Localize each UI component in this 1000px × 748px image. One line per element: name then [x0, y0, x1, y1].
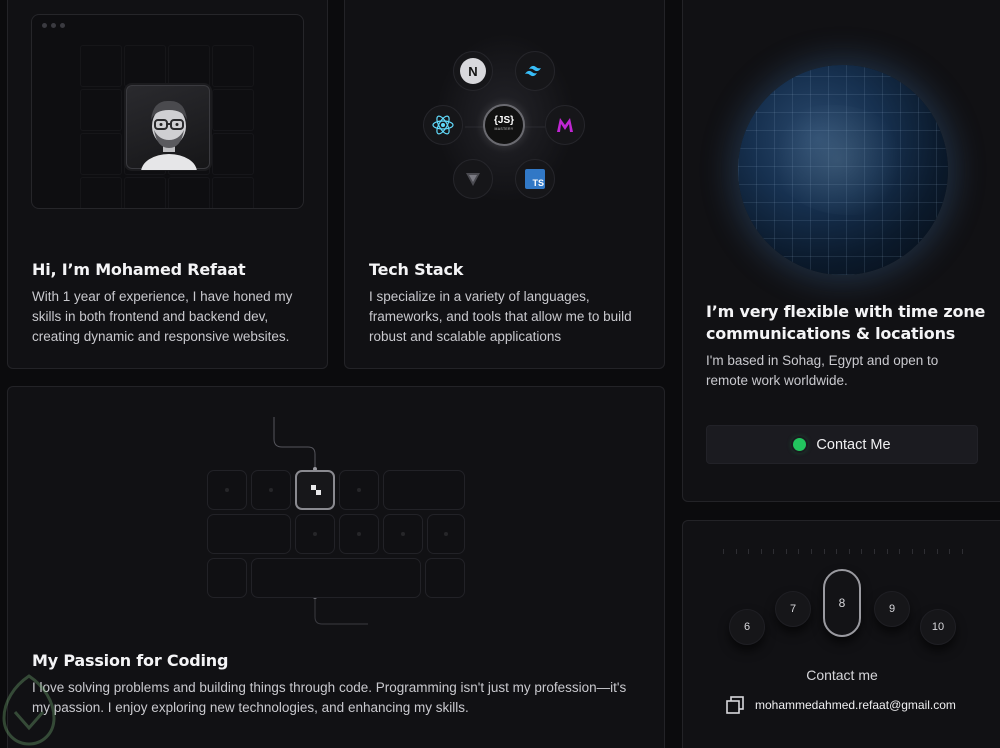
about-description: With 1 year of experience, I have honed …: [32, 289, 293, 344]
vite-icon: [453, 159, 493, 199]
email-text: mohammedahmed.refaat@gmail.com: [755, 698, 956, 712]
dial-ticks: [723, 549, 963, 559]
keyboard-key: [207, 470, 247, 510]
passion-title: My Passion for Coding: [32, 651, 229, 670]
window-dots: [42, 23, 65, 28]
framer-motion-icon: [545, 105, 585, 145]
react-icon: [423, 105, 463, 145]
contact-card: 6 7 8 9 10 Contact me mohammedahmed.refa…: [682, 520, 1000, 748]
about-title: Hi, I’m Mohamed Refaat: [32, 260, 246, 279]
passion-description: I love solving problems and building thi…: [32, 680, 627, 715]
dial-number: 6: [729, 609, 765, 645]
keyboard-key: [425, 558, 465, 598]
contact-title: Contact me: [806, 667, 878, 683]
keyboard-key-active: [295, 470, 335, 510]
tailwind-icon: [515, 51, 555, 91]
avatar-window: [31, 14, 304, 209]
watermark-logo-icon: [2, 674, 56, 746]
keyboard-key: [207, 558, 247, 598]
contact-me-button[interactable]: Contact Me: [706, 425, 978, 464]
nextjs-icon: N: [453, 51, 493, 91]
status-dot-icon: [793, 438, 807, 451]
avatar: [126, 85, 210, 190]
dial-number: 10: [920, 609, 956, 645]
keyboard-key: [339, 470, 379, 510]
dial-number: 9: [874, 591, 910, 627]
keyboard-key: [251, 470, 291, 510]
passion-card: My Passion for Coding I love solving pro…: [7, 386, 665, 748]
stack-title: Tech Stack: [369, 260, 464, 279]
copy-icon[interactable]: [725, 695, 745, 715]
about-card: Hi, I’m Mohamed Refaat With 1 year of ex…: [7, 0, 328, 369]
location-description: I'm based in Sohag, Egypt and open to re…: [706, 353, 939, 388]
stack-description: I specialize in a variety of languages, …: [369, 289, 632, 344]
keyboard-key: [383, 514, 423, 554]
keyboard-key: [207, 514, 291, 554]
globe-icon[interactable]: [738, 65, 948, 275]
tech-stack-card: N {JS} MASTERY TS Tech Stack I specializ…: [344, 0, 665, 369]
location-card: I’m very flexible with time zone communi…: [682, 0, 1000, 502]
dial-number: 7: [775, 591, 811, 627]
keyboard-key: [383, 470, 465, 510]
keyboard-key: [295, 514, 335, 554]
email-row[interactable]: mohammedahmed.refaat@gmail.com: [725, 695, 956, 715]
location-title: I’m very flexible with time zone communi…: [706, 302, 986, 343]
avatar-illustration: [141, 100, 197, 190]
keyboard-key: [339, 514, 379, 554]
dial-number-selected[interactable]: 8: [823, 569, 861, 637]
typescript-icon: TS: [515, 159, 555, 199]
jsmastery-icon: {JS} MASTERY: [483, 104, 525, 146]
keyboard-space-key: [251, 558, 421, 598]
keyboard-key: [427, 514, 465, 554]
